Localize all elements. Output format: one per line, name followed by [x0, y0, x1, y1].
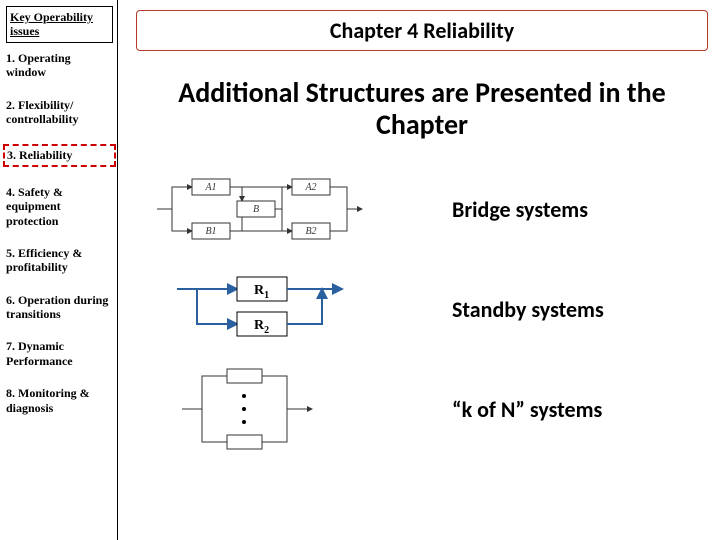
main-heading: Additional Structures are Presented in t… — [138, 77, 706, 141]
svg-text:B1: B1 — [205, 226, 216, 237]
sidebar-item-text: Safety & equipment protection — [6, 185, 63, 228]
sidebar-item-5: 5. Efficiency & profitability — [6, 246, 113, 275]
section-bridge: A1 A2 B B1 B2 Bridge systems — [132, 159, 712, 259]
sidebar-item-6: 6. Operation during transitions — [6, 293, 113, 322]
sidebar-item-text: Monitoring & diagnosis — [6, 386, 90, 414]
main-content: Chapter 4 Reliability Additional Structu… — [118, 0, 720, 540]
sidebar-item-8: 8. Monitoring & diagnosis — [6, 386, 113, 415]
sidebar-item-text: Operation during transitions — [6, 293, 108, 321]
bridge-diagram: A1 A2 B B1 B2 — [132, 159, 392, 259]
sidebar: Key Operability issues 1. Operating wind… — [0, 0, 118, 540]
sidebar-item-7: 7. Dynamic Performance — [6, 339, 113, 368]
sidebar-item-num: 2. — [6, 98, 15, 112]
sidebar-item-text: Reliability — [19, 148, 72, 162]
svg-text:A1: A1 — [204, 182, 216, 193]
svg-text:A2: A2 — [304, 182, 316, 193]
section-label-bridge: Bridge systems — [392, 196, 588, 223]
svg-text:B: B — [253, 204, 259, 215]
sidebar-item-text: Dynamic Performance — [6, 339, 73, 367]
sidebar-item-text: Efficiency & profitability — [6, 246, 82, 274]
sidebar-item-num: 8. — [6, 386, 15, 400]
sidebar-item-num: 3. — [7, 148, 16, 162]
sidebar-item-num: 6. — [6, 293, 15, 307]
sidebar-item-text: Flexibility/ controllability — [6, 98, 78, 126]
sidebar-item-num: 5. — [6, 246, 15, 260]
sidebar-item-2: 2. Flexibility/ controllability — [6, 98, 113, 127]
sidebar-item-text: Operating window — [6, 51, 71, 79]
sidebar-item-num: 4. — [6, 185, 15, 199]
svg-text:B2: B2 — [305, 226, 316, 237]
sidebar-item-3-reliability: 3. Reliability — [3, 144, 116, 166]
sidebar-item-4: 4. Safety & equipment protection — [6, 185, 113, 228]
sidebar-header: Key Operability issues — [6, 6, 113, 43]
section-label-standby: Standby systems — [392, 296, 604, 323]
chapter-title-box: Chapter 4 Reliability — [136, 10, 708, 51]
kofn-diagram — [132, 359, 392, 459]
section-standby: R1 R2 Standby systems — [132, 259, 712, 359]
sidebar-item-num: 1. — [6, 51, 15, 65]
sidebar-item-1: 1. Operating window — [6, 51, 113, 80]
standby-diagram: R1 R2 — [132, 259, 392, 359]
sections: A1 A2 B B1 B2 Bridge systems — [132, 159, 712, 459]
section-label-kofn: “k of N” systems — [392, 396, 602, 423]
section-kofn: “k of N” systems — [132, 359, 712, 459]
sidebar-item-num: 7. — [6, 339, 15, 353]
